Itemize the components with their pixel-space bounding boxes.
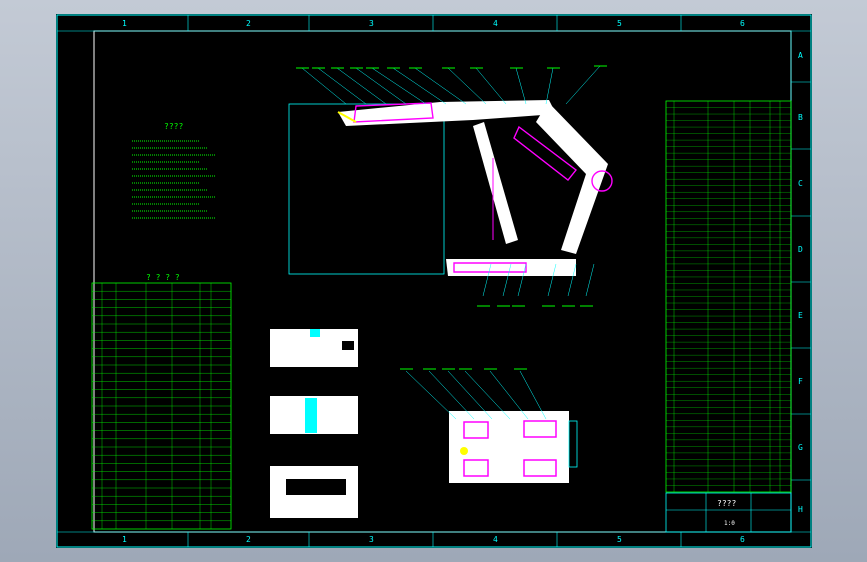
notes-lines [132, 140, 215, 219]
callout-leader [371, 67, 427, 105]
section-view-a[interactable] [270, 329, 358, 367]
zone-row-a: A [798, 51, 803, 60]
zone-column-6-bottom: 6 [740, 535, 745, 544]
callout-leader [355, 67, 407, 105]
crawler-base [446, 259, 576, 276]
callout-leader [585, 263, 595, 297]
zone-column-3: 3 [369, 19, 374, 28]
right-parts-list[interactable] [665, 100, 792, 493]
right-parts-table [665, 100, 792, 493]
callout-leader [565, 65, 601, 105]
title-block[interactable]: ???? 1:0 [665, 492, 792, 533]
zone-row-h: H [798, 505, 803, 514]
callout-leader [392, 67, 447, 105]
section-view-c[interactable] [270, 466, 358, 518]
cad-viewport[interactable]: 1 2 3 4 5 6 1 2 3 4 5 6 A B C D E F G H … [0, 0, 867, 562]
callout-leader [301, 67, 347, 105]
zone-column-4: 4 [493, 19, 498, 28]
drawing-sheet[interactable]: 1 2 3 4 5 6 1 2 3 4 5 6 A B C D E F G H … [56, 14, 812, 548]
section-view-a-window [342, 341, 354, 350]
zone-column-5: 5 [617, 19, 622, 28]
drawing-scale: 1:0 [724, 520, 735, 527]
section-view-b[interactable] [270, 396, 358, 434]
bottom-zone-strip [57, 531, 811, 547]
callout-leader [414, 67, 467, 105]
zone-row-b: B [798, 113, 803, 122]
machine-side-view[interactable] [288, 65, 613, 307]
top-zone-strip [57, 15, 811, 32]
zone-row-d: D [798, 245, 803, 254]
section-view-a-mount [310, 329, 320, 337]
right-zone-strip [790, 31, 811, 532]
front-arm [536, 102, 608, 254]
zone-column-1-bottom: 1 [122, 535, 127, 544]
section-view-c-opening [286, 479, 346, 495]
callout-leader [515, 67, 527, 105]
plan-view-bearing [460, 447, 468, 455]
notes-heading: ???? [164, 122, 183, 131]
zone-column-2-bottom: 2 [246, 535, 251, 544]
left-parts-list[interactable]: ? ? ? ? [91, 273, 232, 530]
drawing-title: ???? [717, 499, 736, 508]
callout-leader [545, 67, 554, 105]
parts-list-heading: ? ? ? ? [146, 273, 180, 282]
zone-column-6: 6 [740, 19, 745, 28]
callout-leader [336, 67, 387, 105]
plan-view[interactable] [400, 368, 578, 483]
callout-leader [317, 67, 367, 105]
zone-row-g: G [798, 443, 803, 452]
boom-sweep-outline [288, 103, 445, 275]
zone-row-e: E [798, 311, 803, 320]
plan-view-side-guard [568, 420, 578, 468]
section-view-b-bracket [305, 398, 317, 433]
drawing-canvas[interactable]: 1 2 3 4 5 6 1 2 3 4 5 6 A B C D E F G H … [56, 14, 812, 548]
zone-column-2: 2 [246, 19, 251, 28]
zone-column-4-bottom: 4 [493, 535, 498, 544]
zone-column-3-bottom: 3 [369, 535, 374, 544]
zone-column-1: 1 [122, 19, 127, 28]
technical-notes: ???? [132, 122, 215, 219]
left-parts-table [91, 282, 232, 530]
plan-callout-leader [405, 370, 457, 420]
zone-row-f: F [798, 377, 803, 386]
zone-row-c: C [798, 179, 803, 188]
rear-arm [473, 122, 518, 244]
zone-column-5-bottom: 5 [617, 535, 622, 544]
